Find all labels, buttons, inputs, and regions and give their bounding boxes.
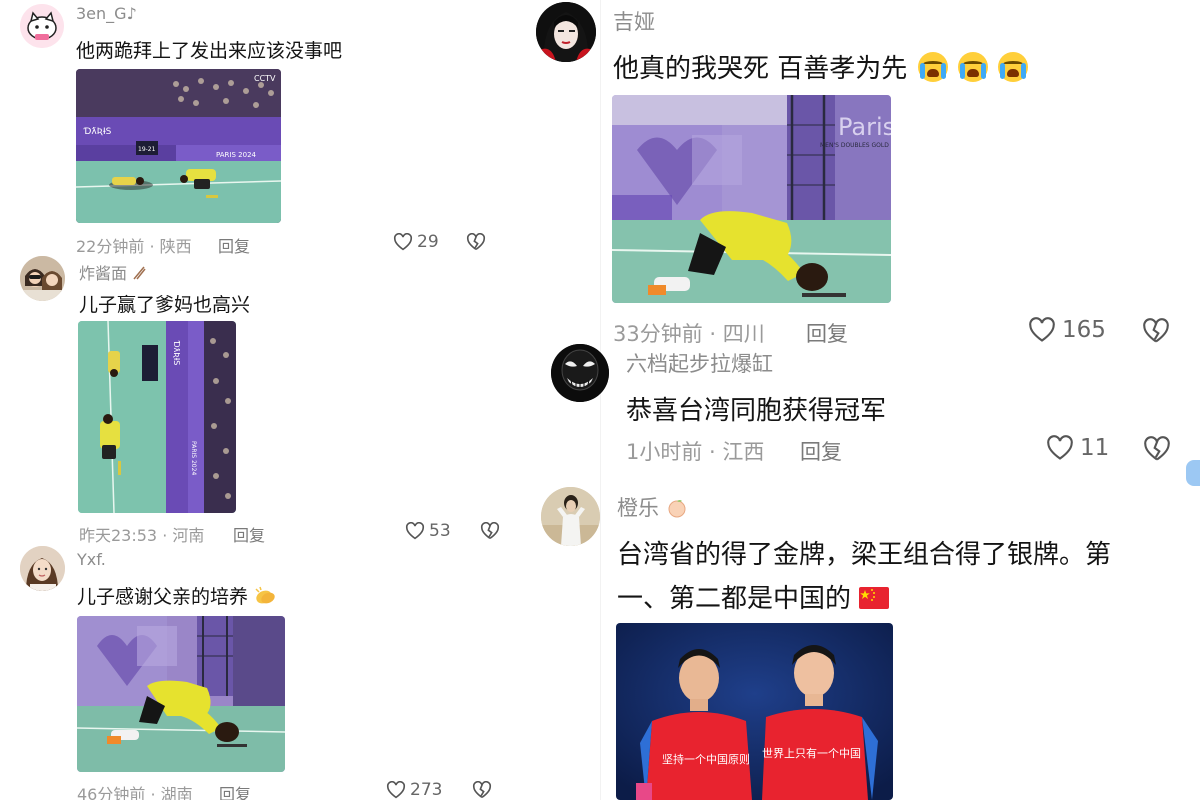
like-button[interactable]: 273 — [386, 780, 442, 800]
like-count: 53 — [429, 521, 451, 541]
meta-separator: · — [702, 440, 723, 464]
like-count: 11 — [1080, 435, 1110, 461]
broken-heart-icon — [1144, 436, 1170, 461]
comment-text-content: 他真的我哭死 百善孝为先 — [613, 54, 908, 84]
heart-icon — [405, 522, 425, 540]
username[interactable]: 炸酱面 — [79, 260, 146, 284]
comment-time: 33分钟前 — [613, 322, 703, 346]
column-divider — [600, 0, 601, 800]
heart-icon — [1029, 317, 1055, 342]
avatar[interactable] — [536, 2, 596, 62]
comment-text: 他两跪拜上了发出来应该没事吧 — [76, 40, 343, 62]
loudly-crying-emoji — [917, 52, 948, 82]
broadcaster-logo: CCTV — [254, 74, 276, 83]
comment-image[interactable]: ƊƛƦƗS PARIS 2024 — [78, 321, 236, 513]
like-button[interactable]: 165 — [1028, 317, 1106, 343]
heart-icon — [386, 781, 406, 799]
comment-text-content: 一、第二都是中国的 — [617, 584, 852, 614]
like-count: 273 — [410, 780, 443, 800]
image-caption-left: 坚持一个中国原则 — [662, 752, 750, 766]
username-text: 橙乐 — [617, 496, 659, 520]
avatar[interactable] — [20, 4, 64, 48]
avatar[interactable] — [551, 344, 609, 402]
comment-text-line-2: 一、第二都是中国的 — [617, 578, 890, 615]
username[interactable]: 3en_G♪ — [76, 4, 137, 23]
clapping-hands-emoji — [254, 586, 276, 606]
comment-image[interactable]: ƊƛƦƗS PARIS 2024 19-21 CCTV — [76, 69, 281, 223]
comment-time: 46分钟前 — [77, 785, 146, 800]
score-text: 19-21 — [138, 146, 156, 153]
comment-image[interactable] — [77, 616, 285, 772]
comment-meta: 昨天23:53 · 河南 — [79, 522, 204, 546]
username[interactable]: 六档起步拉爆缸 — [626, 348, 773, 378]
username[interactable]: 橙乐 — [617, 492, 688, 522]
dislike-button[interactable] — [472, 780, 492, 800]
avatar[interactable] — [541, 487, 600, 546]
avatar[interactable] — [20, 256, 65, 301]
china-flag-emoji — [859, 586, 890, 609]
meta-separator: · — [157, 526, 173, 545]
reply-button[interactable]: 回复 — [800, 436, 842, 466]
comment-text: 儿子感谢父亲的培养 — [77, 582, 276, 609]
comment-location: 陕西 — [159, 237, 192, 256]
dislike-button[interactable] — [1143, 436, 1171, 466]
paris-banner-text: Paris — [838, 113, 891, 141]
comment-location: 江西 — [722, 440, 765, 464]
comment-meta: 46分钟前 · 湖南 — [77, 781, 193, 800]
dislike-button[interactable] — [466, 232, 486, 255]
comment-text: 他真的我哭死 百善孝为先 — [613, 48, 1029, 85]
comment-image[interactable]: 坚持一个中国原则 世界上只有一个中国 — [616, 623, 893, 800]
chopsticks-icon — [132, 265, 146, 280]
peach-icon — [666, 497, 688, 519]
comment-location: 湖南 — [160, 785, 193, 800]
loudly-crying-emoji — [957, 52, 988, 82]
loudly-crying-emoji — [998, 52, 1029, 82]
broken-heart-icon — [1143, 318, 1169, 343]
comment-location: 四川 — [722, 322, 765, 346]
comment-time: 昨天23:53 — [79, 526, 158, 545]
reply-button[interactable]: 回复 — [233, 522, 265, 546]
comment-time: 22分钟前 — [76, 237, 145, 256]
like-button[interactable]: 11 — [1046, 435, 1109, 461]
broken-heart-icon — [480, 521, 500, 540]
paris-logo-text: PARIS 2024 — [216, 151, 257, 159]
dislike-button[interactable] — [480, 521, 500, 544]
like-button[interactable]: 53 — [405, 521, 451, 541]
heart-icon — [1047, 435, 1073, 460]
dislike-button[interactable] — [1142, 318, 1170, 348]
meta-separator: · — [702, 322, 723, 346]
scroll-handle[interactable] — [1186, 460, 1200, 486]
comment-text: 恭喜台湾同胞获得冠军 — [626, 396, 887, 426]
reply-button[interactable]: 回复 — [218, 233, 250, 257]
comment-text-content: 儿子感谢父亲的培养 — [77, 586, 249, 608]
event-caption: MEN'S DOUBLES GOLD — [820, 142, 889, 149]
svg-text:ƊƛƦƗS: ƊƛƦƗS — [83, 127, 112, 137]
image-caption-right: 世界上只有一个中国 — [762, 746, 861, 760]
username-text: 炸酱面 — [79, 264, 128, 283]
comment-meta: 22分钟前 · 陕西 — [76, 233, 192, 257]
comment-location: 河南 — [172, 526, 205, 545]
comment-meta: 1小时前 · 江西 — [626, 436, 764, 466]
reply-button[interactable]: 回复 — [219, 781, 251, 800]
heart-icon — [393, 233, 413, 251]
broken-heart-icon — [472, 780, 492, 799]
broken-heart-icon — [466, 232, 486, 251]
like-count: 165 — [1062, 317, 1106, 343]
like-button[interactable]: 29 — [393, 232, 439, 252]
comment-text-line-1: 台湾省的得了金牌，梁王组合得了银牌。第 — [617, 540, 1112, 570]
like-count: 29 — [417, 232, 439, 252]
svg-text:PARIS 2024: PARIS 2024 — [190, 441, 197, 475]
comment-time: 1小时前 — [626, 440, 703, 464]
username[interactable]: 吉娅 — [613, 6, 655, 36]
username[interactable]: Yxf. — [77, 550, 106, 569]
meta-separator: · — [145, 785, 161, 800]
svg-text:ƊƛƦƗS: ƊƛƦƗS — [172, 340, 181, 365]
meta-separator: · — [144, 237, 160, 256]
avatar[interactable] — [20, 546, 65, 591]
comment-meta: 33分钟前 · 四川 — [613, 318, 765, 348]
comment-image[interactable]: Paris MEN'S DOUBLES GOLD — [612, 95, 891, 303]
comment-text: 儿子赢了爹妈也高兴 — [79, 294, 251, 316]
reply-button[interactable]: 回复 — [806, 318, 848, 348]
